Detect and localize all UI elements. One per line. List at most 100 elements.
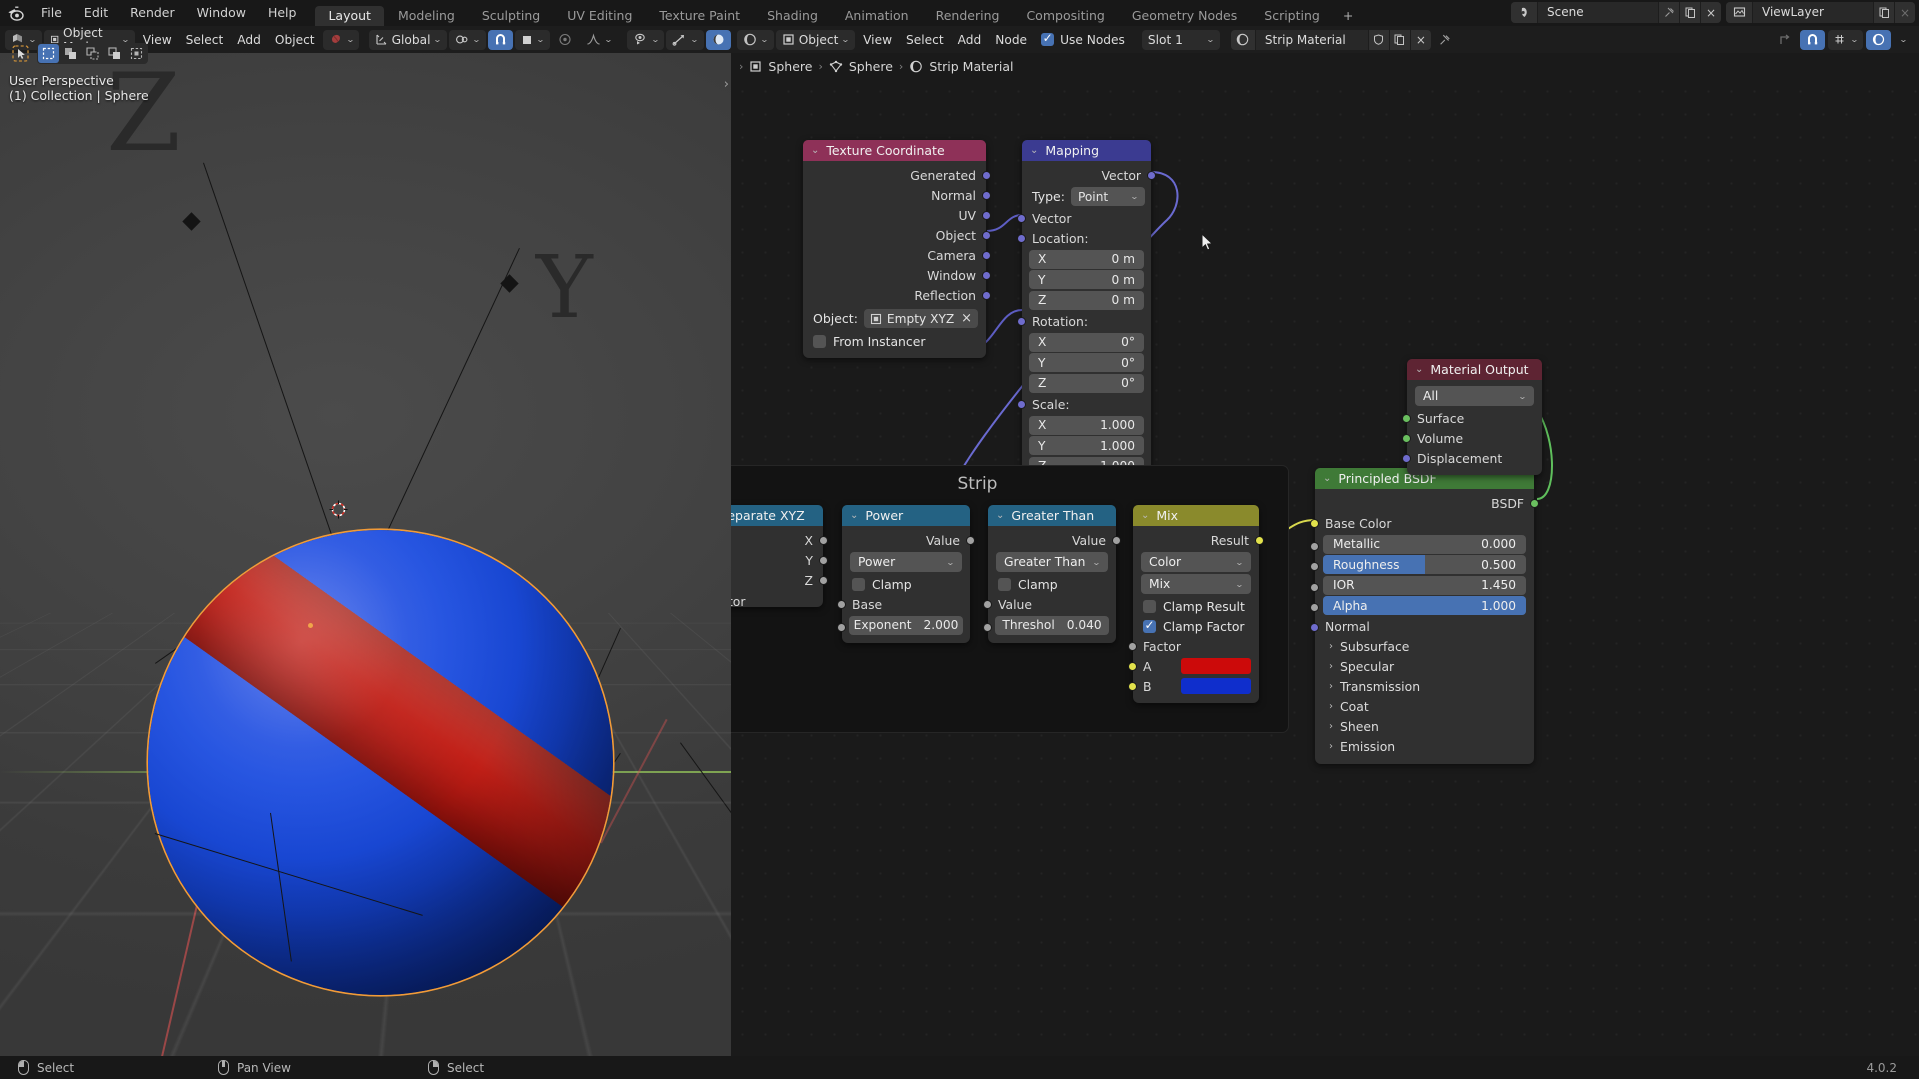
collapse-icon[interactable]: ⌄: [1141, 510, 1149, 521]
panel-sheen[interactable]: › Sheen: [1315, 717, 1534, 737]
snap-target-icon[interactable]: ⌄: [1827, 29, 1864, 50]
material-name[interactable]: Strip Material: [1255, 29, 1368, 50]
location-y-field[interactable]: Y 0 m: [1029, 270, 1144, 289]
node-menu-node[interactable]: Node: [989, 30, 1033, 50]
socket-row-x[interactable]: X: [731, 530, 828, 550]
output-socket[interactable]: [982, 271, 991, 280]
socket-row-uv[interactable]: UV: [803, 205, 991, 225]
node-mix[interactable]: ⌄ Mix Result Color ⌄ Mix ⌄ Clamp Result …: [1128, 505, 1264, 703]
from-instancer-checkbox[interactable]: From Instancer: [803, 331, 986, 351]
viewport-menu-object[interactable]: Object: [269, 30, 321, 50]
prop-metallic[interactable]: Metallic 0.000: [1310, 534, 1534, 554]
shading-mode-button[interactable]: [706, 29, 731, 50]
collapse-icon[interactable]: ⌄: [1030, 145, 1038, 156]
material-slot-selector[interactable]: Slot 1 ⌄: [1141, 29, 1220, 50]
socket-row-surface[interactable]: Surface: [1402, 408, 1542, 428]
socket-row-normal[interactable]: Normal: [803, 185, 991, 205]
menu-render[interactable]: Render: [119, 0, 186, 26]
editor-type-shader-icon[interactable]: ⌄: [737, 29, 774, 50]
3d-viewport[interactable]: Z Y User Perspective (1) Collection | Sp…: [0, 53, 731, 1056]
slider-roughness[interactable]: Roughness 0.500: [1323, 555, 1526, 574]
scene-selector[interactable]: Scene ×: [1511, 2, 1721, 23]
panel-subsurface[interactable]: › Subsurface: [1315, 637, 1534, 657]
socket-row-value-out[interactable]: Value: [988, 530, 1121, 550]
breadcrumb-item-object[interactable]: Sphere: [749, 59, 812, 74]
socket-row-y[interactable]: Y: [731, 550, 828, 570]
node-greater-than[interactable]: ⌄ Greater Than Value Greater Than ⌄ Clam…: [983, 505, 1121, 643]
breadcrumb-item-mesh[interactable]: Sphere: [829, 59, 893, 74]
tab-sculpting[interactable]: Sculpting: [469, 6, 553, 26]
tab-rendering[interactable]: Rendering: [923, 6, 1013, 26]
node-menu-view[interactable]: View: [857, 30, 898, 50]
tweak-tool-icon[interactable]: [9, 43, 32, 64]
slider-ior[interactable]: IOR 1.450: [1323, 575, 1526, 595]
input-socket[interactable]: [1310, 582, 1319, 592]
clamp-factor-checkbox[interactable]: Clamp Factor: [1133, 616, 1259, 636]
node-texture-coordinate[interactable]: ⌄ Texture Coordinate Generated Normal UV…: [803, 140, 991, 358]
input-socket[interactable]: [1128, 642, 1137, 651]
menu-window[interactable]: Window: [186, 0, 257, 26]
go-to-parent-icon[interactable]: [1772, 30, 1797, 50]
tab-texture-paint[interactable]: Texture Paint: [646, 6, 753, 26]
viewport-menu-select[interactable]: Select: [180, 30, 230, 50]
tab-uv-editing[interactable]: UV Editing: [554, 6, 645, 26]
close-icon[interactable]: ×: [1894, 2, 1915, 23]
gizmo-toggle[interactable]: ⌄: [666, 29, 704, 50]
tab-animation[interactable]: Animation: [832, 6, 922, 26]
select-extend-icon[interactable]: [60, 44, 81, 63]
new-material-icon[interactable]: [1388, 29, 1410, 50]
menu-edit[interactable]: Edit: [73, 0, 119, 26]
output-socket[interactable]: [1112, 536, 1121, 545]
color-swatch-b[interactable]: [1181, 678, 1251, 694]
visibility-selector[interactable]: ⌄: [626, 29, 665, 50]
input-socket[interactable]: [983, 600, 992, 609]
shader-type-selector[interactable]: Object ⌄: [775, 29, 856, 50]
tab-layout[interactable]: Layout: [315, 6, 384, 26]
node-header[interactable]: ⌄ Material Output: [1407, 359, 1542, 380]
node-header[interactable]: ⌄ Power: [842, 505, 970, 526]
empty-handle-2[interactable]: [500, 274, 519, 293]
slider-metallic[interactable]: Metallic 0.000: [1323, 534, 1526, 554]
output-socket[interactable]: [982, 171, 991, 180]
pivot-point-selector[interactable]: ⌄: [449, 29, 486, 50]
socket-row-object[interactable]: Object: [803, 225, 991, 245]
add-workspace-button[interactable]: +: [1334, 6, 1362, 26]
socket-row-location[interactable]: Location:: [1017, 228, 1151, 248]
output-socket[interactable]: [1147, 171, 1156, 180]
output-socket[interactable]: [982, 231, 991, 240]
close-icon[interactable]: ×: [1700, 2, 1721, 23]
input-socket[interactable]: [837, 600, 846, 609]
node-header[interactable]: ⌄ Greater Than: [988, 505, 1116, 526]
sidebar-toggle-arrow[interactable]: ›: [724, 77, 729, 92]
sphere-object[interactable]: [148, 530, 613, 995]
input-socket[interactable]: [1128, 662, 1137, 671]
node-header[interactable]: ⌄ Texture Coordinate: [803, 140, 986, 161]
socket-row-scale[interactable]: Scale:: [1017, 394, 1151, 414]
close-icon[interactable]: ×: [961, 311, 972, 326]
falloff-selector[interactable]: ⌄: [580, 30, 618, 50]
collapse-icon[interactable]: ⌄: [811, 145, 819, 156]
node-header[interactable]: ⌄ Mix: [1133, 505, 1259, 526]
collapse-icon[interactable]: ⌄: [1323, 473, 1331, 484]
type-dropdown[interactable]: Point ⌄: [1070, 187, 1145, 206]
select-subtract-icon[interactable]: [82, 44, 103, 63]
empty-handle-1[interactable]: [182, 212, 201, 231]
rotation-y-field[interactable]: Y 0°: [1029, 353, 1144, 372]
tab-geometry-nodes[interactable]: Geometry Nodes: [1119, 6, 1250, 26]
snap-target-selector[interactable]: ⌄: [514, 29, 550, 50]
tab-scripting[interactable]: Scripting: [1251, 6, 1333, 26]
pin-icon[interactable]: [1658, 2, 1679, 23]
viewlayer-selector[interactable]: ViewLayer ×: [1726, 2, 1915, 23]
object-field[interactable]: Empty XYZ ×: [863, 309, 978, 328]
socket-row-value-out[interactable]: Value: [842, 530, 975, 550]
tab-shading[interactable]: Shading: [754, 6, 831, 26]
output-socket[interactable]: [982, 291, 991, 300]
target-dropdown[interactable]: All ⌄: [1415, 386, 1534, 406]
input-socket[interactable]: [1128, 682, 1137, 691]
node-header[interactable]: ⌄ Separate XYZ: [731, 505, 823, 526]
output-socket[interactable]: [819, 536, 828, 545]
input-socket[interactable]: [1017, 214, 1026, 223]
socket-row-bsdf[interactable]: BSDF: [1315, 493, 1539, 513]
output-socket[interactable]: [1255, 536, 1264, 545]
blender-logo-icon[interactable]: [0, 0, 30, 26]
